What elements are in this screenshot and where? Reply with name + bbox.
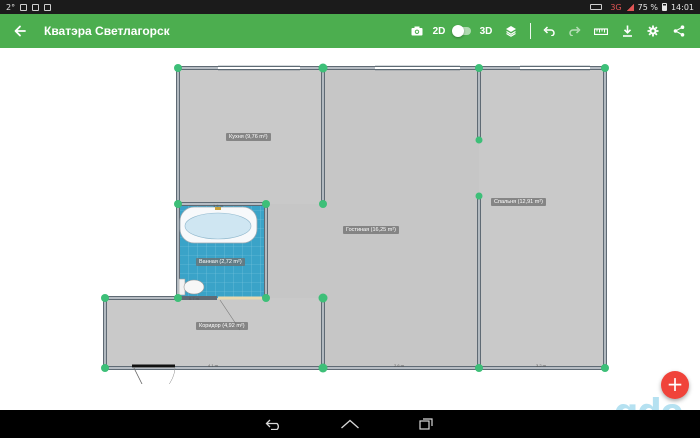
dim-bath-top: 1.6 m: [213, 203, 224, 208]
dim-corridor-top: 0.7 m: [189, 296, 200, 301]
mode-3d-button[interactable]: 3D: [474, 14, 498, 48]
status-bar: 2° 3G 75 % 14:01: [0, 0, 700, 14]
toilet[interactable]: [178, 278, 205, 296]
keyboard-icon: [590, 4, 603, 10]
arrow-back-icon: [14, 25, 26, 37]
nav-home-icon: [341, 419, 359, 429]
signal-icon: [625, 3, 634, 11]
download-button[interactable]: [614, 14, 640, 48]
back-button[interactable]: [0, 14, 40, 48]
settings-button[interactable]: [640, 14, 666, 48]
undo-icon: [543, 26, 555, 36]
network-type: 3G: [610, 2, 622, 12]
nav-recents-button[interactable]: [416, 414, 436, 434]
corridor-floor[interactable]: [105, 298, 323, 368]
navigation-bar: [0, 410, 700, 438]
bedroom-floor[interactable]: [479, 68, 605, 368]
toolbar-actions: 2D 3D: [406, 14, 692, 48]
app-toolbar: Кватэра Светлагорск 2D 3D: [0, 14, 700, 48]
nav-back-icon: [265, 419, 279, 430]
gallery-notification-icon: [44, 3, 52, 11]
toolbar-divider-area: [524, 14, 536, 48]
nav-home-button[interactable]: [340, 414, 360, 434]
floor-plan-canvas[interactable]: 1.6 m 0.7 m 4.1 m 2.6 m 3.2 m Кухня (9,7…: [0, 48, 700, 384]
share-button[interactable]: [666, 14, 692, 48]
dim-living-bottom: 2.6 m: [394, 363, 405, 368]
battery-icon: [661, 3, 667, 11]
gear-icon: [647, 25, 659, 37]
floor-plan[interactable]: 1.6 m 0.7 m 4.1 m 2.6 m 3.2 m: [0, 48, 700, 384]
redo-icon: [569, 26, 581, 36]
view-mode-toggle[interactable]: [450, 14, 474, 48]
undo-button[interactable]: [536, 14, 562, 48]
mode-2d-button[interactable]: 2D: [428, 14, 450, 48]
living-room-floor[interactable]: [323, 68, 479, 368]
nav-recents-icon: [419, 418, 433, 430]
clock: 14:01: [670, 2, 694, 12]
redo-button[interactable]: [562, 14, 588, 48]
ruler-icon: [594, 28, 608, 35]
status-temp: 2°: [6, 2, 16, 12]
camera-icon: [411, 26, 423, 36]
dim-bedroom-bottom: 3.2 m: [536, 363, 547, 368]
layers-button[interactable]: [498, 14, 524, 48]
image-notification-icon: [32, 3, 40, 11]
app-screen: 2° 3G 75 % 14:01 Кватэра Светлагорск 2D …: [0, 0, 700, 438]
battery-percent: 75 %: [637, 2, 658, 12]
screenshot-button[interactable]: [406, 14, 428, 48]
layers-icon: [506, 26, 516, 37]
room-label-kitchen[interactable]: Кухня (9,76 m²): [226, 133, 271, 141]
project-title: Кватэра Светлагорск: [44, 24, 170, 38]
room-label-bedroom[interactable]: Спальня (12,91 m²): [491, 198, 546, 206]
nav-back-button[interactable]: [264, 414, 284, 434]
dim-corridor-bottom: 4.1 m: [208, 363, 219, 368]
measure-button[interactable]: [588, 14, 614, 48]
room-label-corridor[interactable]: Коридор (4,92 m²): [196, 322, 248, 330]
room-label-bathroom[interactable]: Ванная (2,72 m²): [196, 258, 245, 266]
bathtub[interactable]: [179, 206, 258, 244]
notification-icon: [20, 3, 28, 11]
toggle-knob: [452, 25, 464, 37]
room-label-living-room[interactable]: Гостиная (16,25 m²): [343, 226, 399, 234]
share-icon: [673, 25, 685, 37]
toggle-track: [452, 25, 471, 37]
toolbar-divider: [529, 23, 531, 39]
download-icon: [622, 25, 632, 37]
